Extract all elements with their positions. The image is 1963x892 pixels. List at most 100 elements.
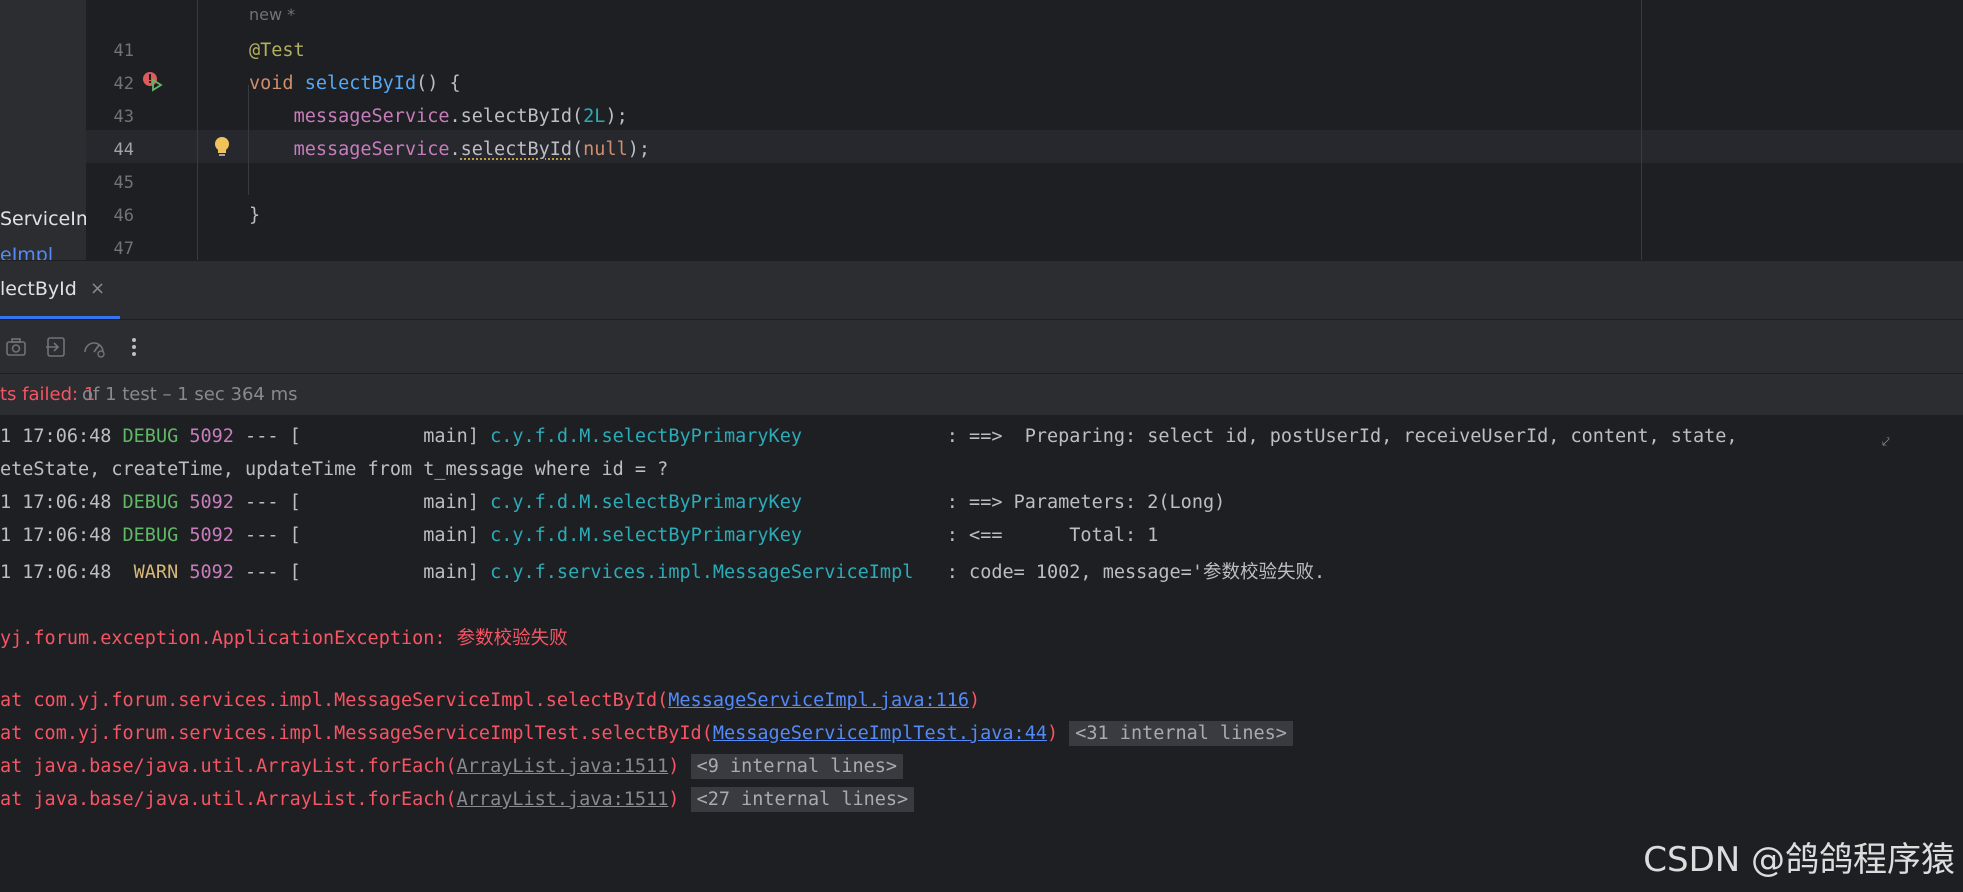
console-token: 1 17:06:48 [0,426,123,447]
source-link[interactable]: MessageServiceImplTest.java:44 [713,723,1047,744]
console-token: c.y.f.services.impl.MessageServiceImpl [490,562,936,583]
console-token [679,756,690,777]
code-token: selectById [304,73,417,94]
console-line: 1 17:06:48 WARN 5092 --- [ main] c.y.f.s… [0,558,1325,584]
line-number[interactable]: 44 [86,140,134,160]
run-tab-bar: lectById × [0,260,1963,320]
console-token: at com.yj.forum.services.impl.MessageSer… [0,690,669,711]
console-token: ) [668,756,680,777]
console-token: ) [668,789,680,810]
console-token: c.y.f.d.M.selectByPrimaryKey [490,525,936,546]
console-output[interactable]: 1 17:06:48 DEBUG 5092 --- [ main] c.y.f.… [0,416,1963,892]
code-token: ); [605,106,628,127]
breakpoint-run-icon[interactable] [141,70,163,92]
code-token: .selectById( [449,106,584,127]
folded-lines-toggle[interactable]: <31 internal lines> [1069,721,1293,746]
code-token: messageService [293,106,450,127]
more-options-icon[interactable] [122,335,146,359]
console-token: c.y.f.d.M.selectByPrimaryKey [490,426,936,447]
console-token: DEBUG [122,492,190,513]
right-margin-guide [1641,0,1642,260]
code-token: 2L [583,106,606,127]
console-token: : code= 1002, message='参数校验失败. [935,562,1326,583]
file-label[interactable]: eImpl [0,244,53,260]
code-editor[interactable]: ServiceIm eImpl new * 41 @Test 42 void sele… [0,0,1963,260]
console-token: WARN [133,562,190,583]
console-token: ) [969,690,981,711]
line-number[interactable]: 42 [86,74,134,94]
line-number[interactable]: 41 [86,41,134,61]
console-line: 1 17:06:48 DEBUG 5092 --- [ main] c.y.f.… [0,492,1225,513]
console-line: 1 17:06:48 DEBUG 5092 --- [ main] c.y.f.… [0,426,1738,447]
console-token: 5092 [189,492,234,513]
console-token: 5092 [189,426,234,447]
line-number[interactable]: 43 [86,107,134,127]
code-token: . [449,139,461,160]
console-token: at com.yj.forum.services.impl.MessageSer… [0,723,713,744]
console-token: at java.base/java.util.ArrayList.forEach… [0,756,457,777]
console-token: : ==> Preparing: select id, postUserId, … [935,426,1738,447]
console-token: DEBUG [122,525,190,546]
line-number[interactable]: 45 [86,173,134,193]
code-token: selectById [460,139,573,160]
performance-icon[interactable] [82,335,106,359]
console-token [679,789,690,810]
code-token: } [249,205,261,226]
file-label[interactable]: ServiceIm [0,208,86,230]
source-link[interactable]: ArrayList.java:1511 [457,789,669,810]
code-line[interactable]: messageService.selectById(null); [249,139,650,160]
tab-label: lectById [0,278,77,300]
code-vision-hint[interactable]: new * [249,5,295,24]
console-token: 1 17:06:48 [0,562,134,583]
console-token: DEBUG [122,426,190,447]
console-line: yj.forum.exception.ApplicationException:… [0,624,568,650]
console-line: at com.yj.forum.services.impl.MessageSer… [0,721,1293,746]
line-number[interactable]: 47 [86,239,134,259]
code-token: void [249,73,305,94]
console-line: at java.base/java.util.ArrayList.forEach… [0,754,904,779]
console-line: at java.base/java.util.ArrayList.forEach… [0,787,915,812]
code-line[interactable]: void selectById() { [249,73,461,94]
project-file-strip: ServiceIm eImpl [0,0,86,260]
code-line[interactable]: } [249,205,260,226]
console-token: 5092 [189,525,234,546]
code-token: ( [572,139,584,160]
console-token: ) [1046,723,1059,744]
console-token: --- [ main] [233,525,491,546]
active-tab-indicator [0,316,120,319]
camera-icon[interactable] [4,335,28,359]
code-token: () { [416,73,461,94]
console-token: --- [ main] [233,426,491,447]
source-link[interactable]: MessageServiceImpl.java:116 [668,690,969,711]
console-line: 1 17:06:48 DEBUG 5092 --- [ main] c.y.f.… [0,525,1158,546]
code-token: messageService [293,139,450,160]
code-line[interactable]: messageService.selectById(2L); [249,106,628,127]
test-status-bar: ts failed: 1 of 1 test – 1 sec 364 ms [0,374,1963,416]
code-token: null [583,139,628,160]
console-token: 5092 [189,562,234,583]
close-icon[interactable]: × [90,278,105,299]
export-icon[interactable] [44,335,68,359]
code-line[interactable]: @Test [249,40,305,61]
code-token: @Test [249,40,305,61]
console-token: yj.forum.exception.ApplicationException:… [0,628,568,649]
console-token: at java.base/java.util.ArrayList.forEach… [0,789,457,810]
console-token: 1 17:06:48 [0,492,123,513]
gutter-separator [197,0,198,260]
console-token: : ==> Parameters: 2(Long) [935,492,1226,513]
line-number[interactable]: 46 [86,206,134,226]
test-summary: of 1 test – 1 sec 364 ms [82,384,298,405]
console-token: eteState, createTime, updateTime from t_… [0,459,669,480]
console-token: 1 17:06:48 [0,525,123,546]
folded-lines-toggle[interactable]: <9 internal lines> [690,754,904,779]
console-line: eteState, createTime, updateTime from t_… [0,459,668,480]
folded-lines-toggle[interactable]: <27 internal lines> [690,787,915,812]
code-token: ); [627,139,651,160]
lightbulb-icon[interactable] [211,135,233,159]
tab-select-by-id[interactable]: lectById × [0,261,120,319]
console-token [1058,723,1069,744]
source-link[interactable]: ArrayList.java:1511 [457,756,669,777]
console-token: --- [ main] [233,562,491,583]
console-token: --- [ main] [233,492,491,513]
